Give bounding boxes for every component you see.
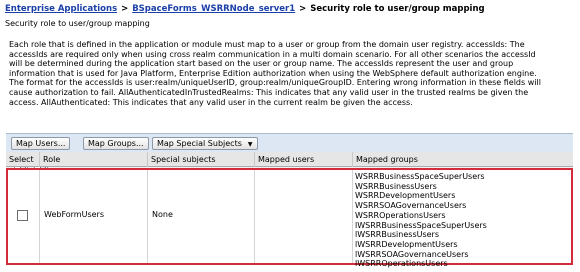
mapped-users-cell — [255, 170, 353, 263]
col-mapped-groups: Mapped groups — [356, 155, 418, 164]
description-line: cause authorization to fail. AllAuthenti… — [9, 87, 529, 97]
mapped-group: WSRRBusinessUsers — [355, 181, 437, 191]
breadcrumb-separator: > — [299, 4, 307, 14]
breadcrumb-separator: > — [121, 4, 129, 14]
map-special-subjects-button[interactable]: Map Special Subjects ▼ — [152, 137, 258, 150]
mapped-group: WSRROperationsUsers — [355, 210, 446, 220]
map-special-subjects-label: Map Special Subjects — [157, 139, 242, 148]
mapped-group: lWSRROperationsUsers — [355, 259, 448, 269]
description-line: accessIds are required only when using c… — [9, 49, 536, 59]
special-subjects-value: None — [152, 210, 173, 219]
description-line: information that is used for Java Platfo… — [9, 68, 537, 78]
mapped-group: lWSRRSOAGovernanceUsers — [355, 249, 469, 259]
description: Each role that is defined in the applica… — [9, 40, 571, 107]
page-subtitle: Security role to user/group mapping — [5, 19, 150, 28]
description-line: Each role that is defined in the applica… — [9, 40, 525, 49]
mapped-groups-list: WSRRBusinessSpaceSuperUsers WSRRBusiness… — [355, 172, 487, 269]
select-cell — [8, 170, 40, 263]
role-cell: WebFormUsers — [40, 170, 148, 263]
breadcrumb-link-application[interactable]: BSpaceForms_WSRRNode_server1 — [132, 4, 295, 14]
mapped-group: lWSRRBusinessUsers — [355, 230, 440, 240]
mapped-group: WSRRBusinessSpaceSuperUsers — [355, 172, 485, 181]
map-groups-button[interactable]: Map Groups... — [83, 137, 149, 150]
row-select-checkbox[interactable] — [17, 210, 28, 221]
breadcrumb-link-enterprise-applications[interactable]: Enterprise Applications — [5, 4, 117, 14]
dropdown-arrow-icon: ▼ — [247, 141, 253, 148]
col-special-subjects: Special subjects — [148, 152, 255, 167]
breadcrumb: Enterprise Applications > BSpaceForms_WS… — [5, 4, 485, 14]
mapped-group: WSRRSOAGovernanceUsers — [355, 201, 467, 211]
map-users-button[interactable]: Map Users... — [11, 137, 71, 150]
mapped-group: WSRRDevelopmentUsers — [355, 191, 456, 201]
table-header-row: Select Role Special subjects Mapped user… — [6, 152, 573, 167]
description-line: The format for the accessIds is user:rea… — [9, 78, 541, 88]
mapped-group: lWSRRDevelopmentUsers — [355, 239, 458, 249]
mapped-groups-cell: WSRRBusinessSpaceSuperUsers WSRRBusiness… — [353, 170, 571, 268]
breadcrumb-current: Security role to user/group mapping — [310, 4, 485, 14]
description-line: access. AllAuthenticated: This indicates… — [9, 97, 413, 107]
description-line: will be determined during the applicatio… — [9, 59, 514, 69]
col-mapped-users: Mapped users — [255, 152, 353, 167]
col-role: Role — [40, 152, 148, 167]
role-name: WebFormUsers — [44, 210, 104, 219]
special-subjects-cell: None — [148, 170, 255, 263]
mapped-group: lWSRRBusinessSpaceSuperUsers — [355, 220, 487, 230]
action-toolbar: Map Users... Map Groups... Map Special S… — [6, 133, 573, 153]
table-row: WebFormUsers None WSRRBusinessSpaceSuper… — [6, 168, 573, 268]
col-select: Select — [6, 152, 40, 167]
